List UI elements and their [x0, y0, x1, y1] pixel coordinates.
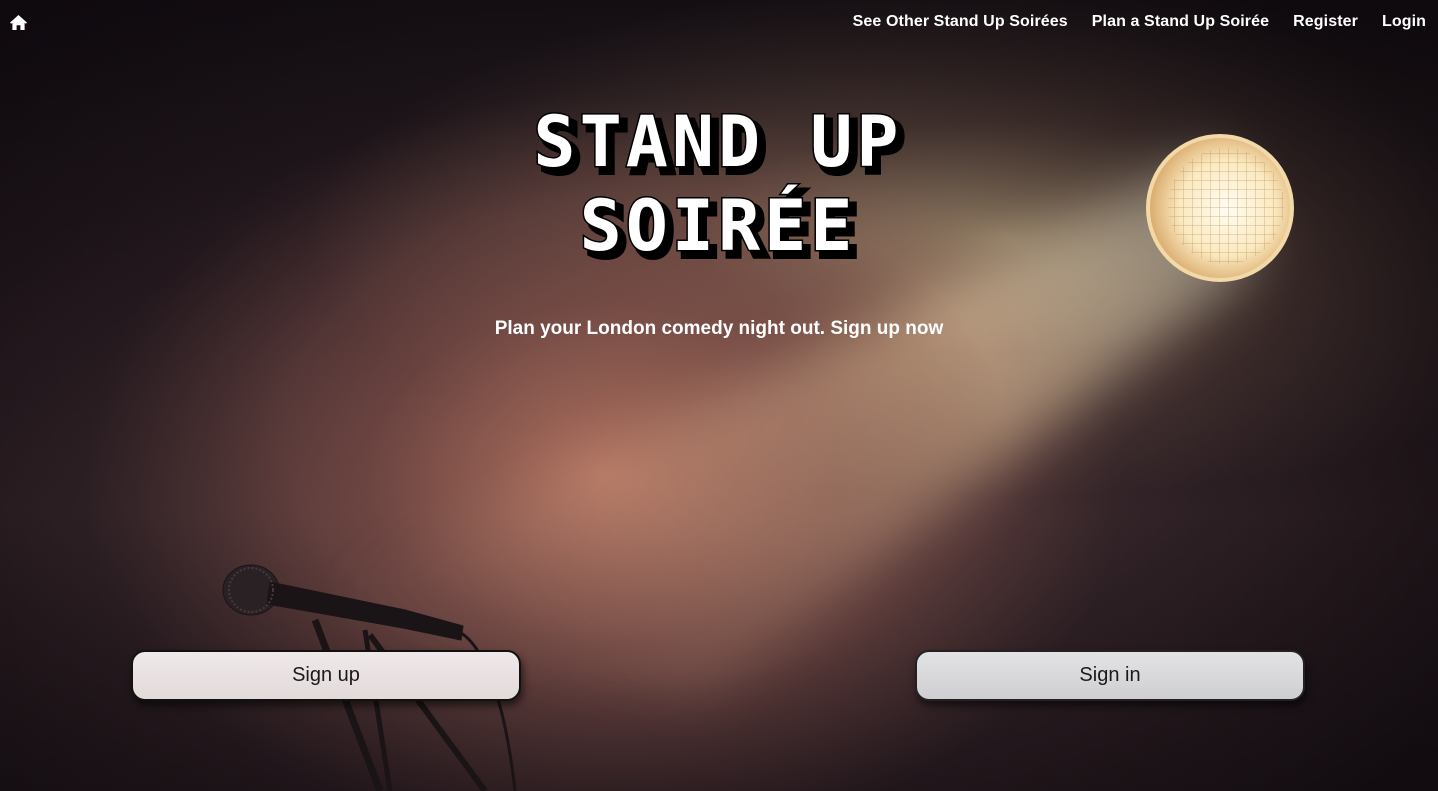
hero-tagline: Plan your London comedy night out. Sign … [0, 318, 1438, 340]
nav-link-login[interactable]: Login [1382, 13, 1426, 31]
sign-up-button[interactable]: Sign up [131, 650, 521, 701]
nav-link-plan-soiree[interactable]: Plan a Stand Up Soirée [1092, 13, 1269, 31]
logo-line1: STAND UP [533, 101, 902, 183]
logo-line2: SOIRÉE [580, 185, 857, 267]
top-navbar: See Other Stand Up Soirées Plan a Stand … [0, 0, 1438, 44]
nav-links: See Other Stand Up Soirées Plan a Stand … [829, 13, 1426, 31]
nav-link-register[interactable]: Register [1293, 13, 1358, 31]
tagline-text: Plan your London comedy night out. [494, 318, 826, 339]
sign-up-now-link[interactable]: Sign up now [830, 318, 943, 339]
sign-in-button[interactable]: Sign in [915, 650, 1305, 701]
spotlight-lamp-icon [1146, 134, 1294, 282]
home-icon [10, 14, 27, 30]
site-logo: STAND UP STAND UP SOIRÉE SOIRÉE [532, 100, 908, 270]
nav-link-see-other-soirees[interactable]: See Other Stand Up Soirées [853, 13, 1068, 31]
home-link[interactable] [9, 14, 28, 31]
